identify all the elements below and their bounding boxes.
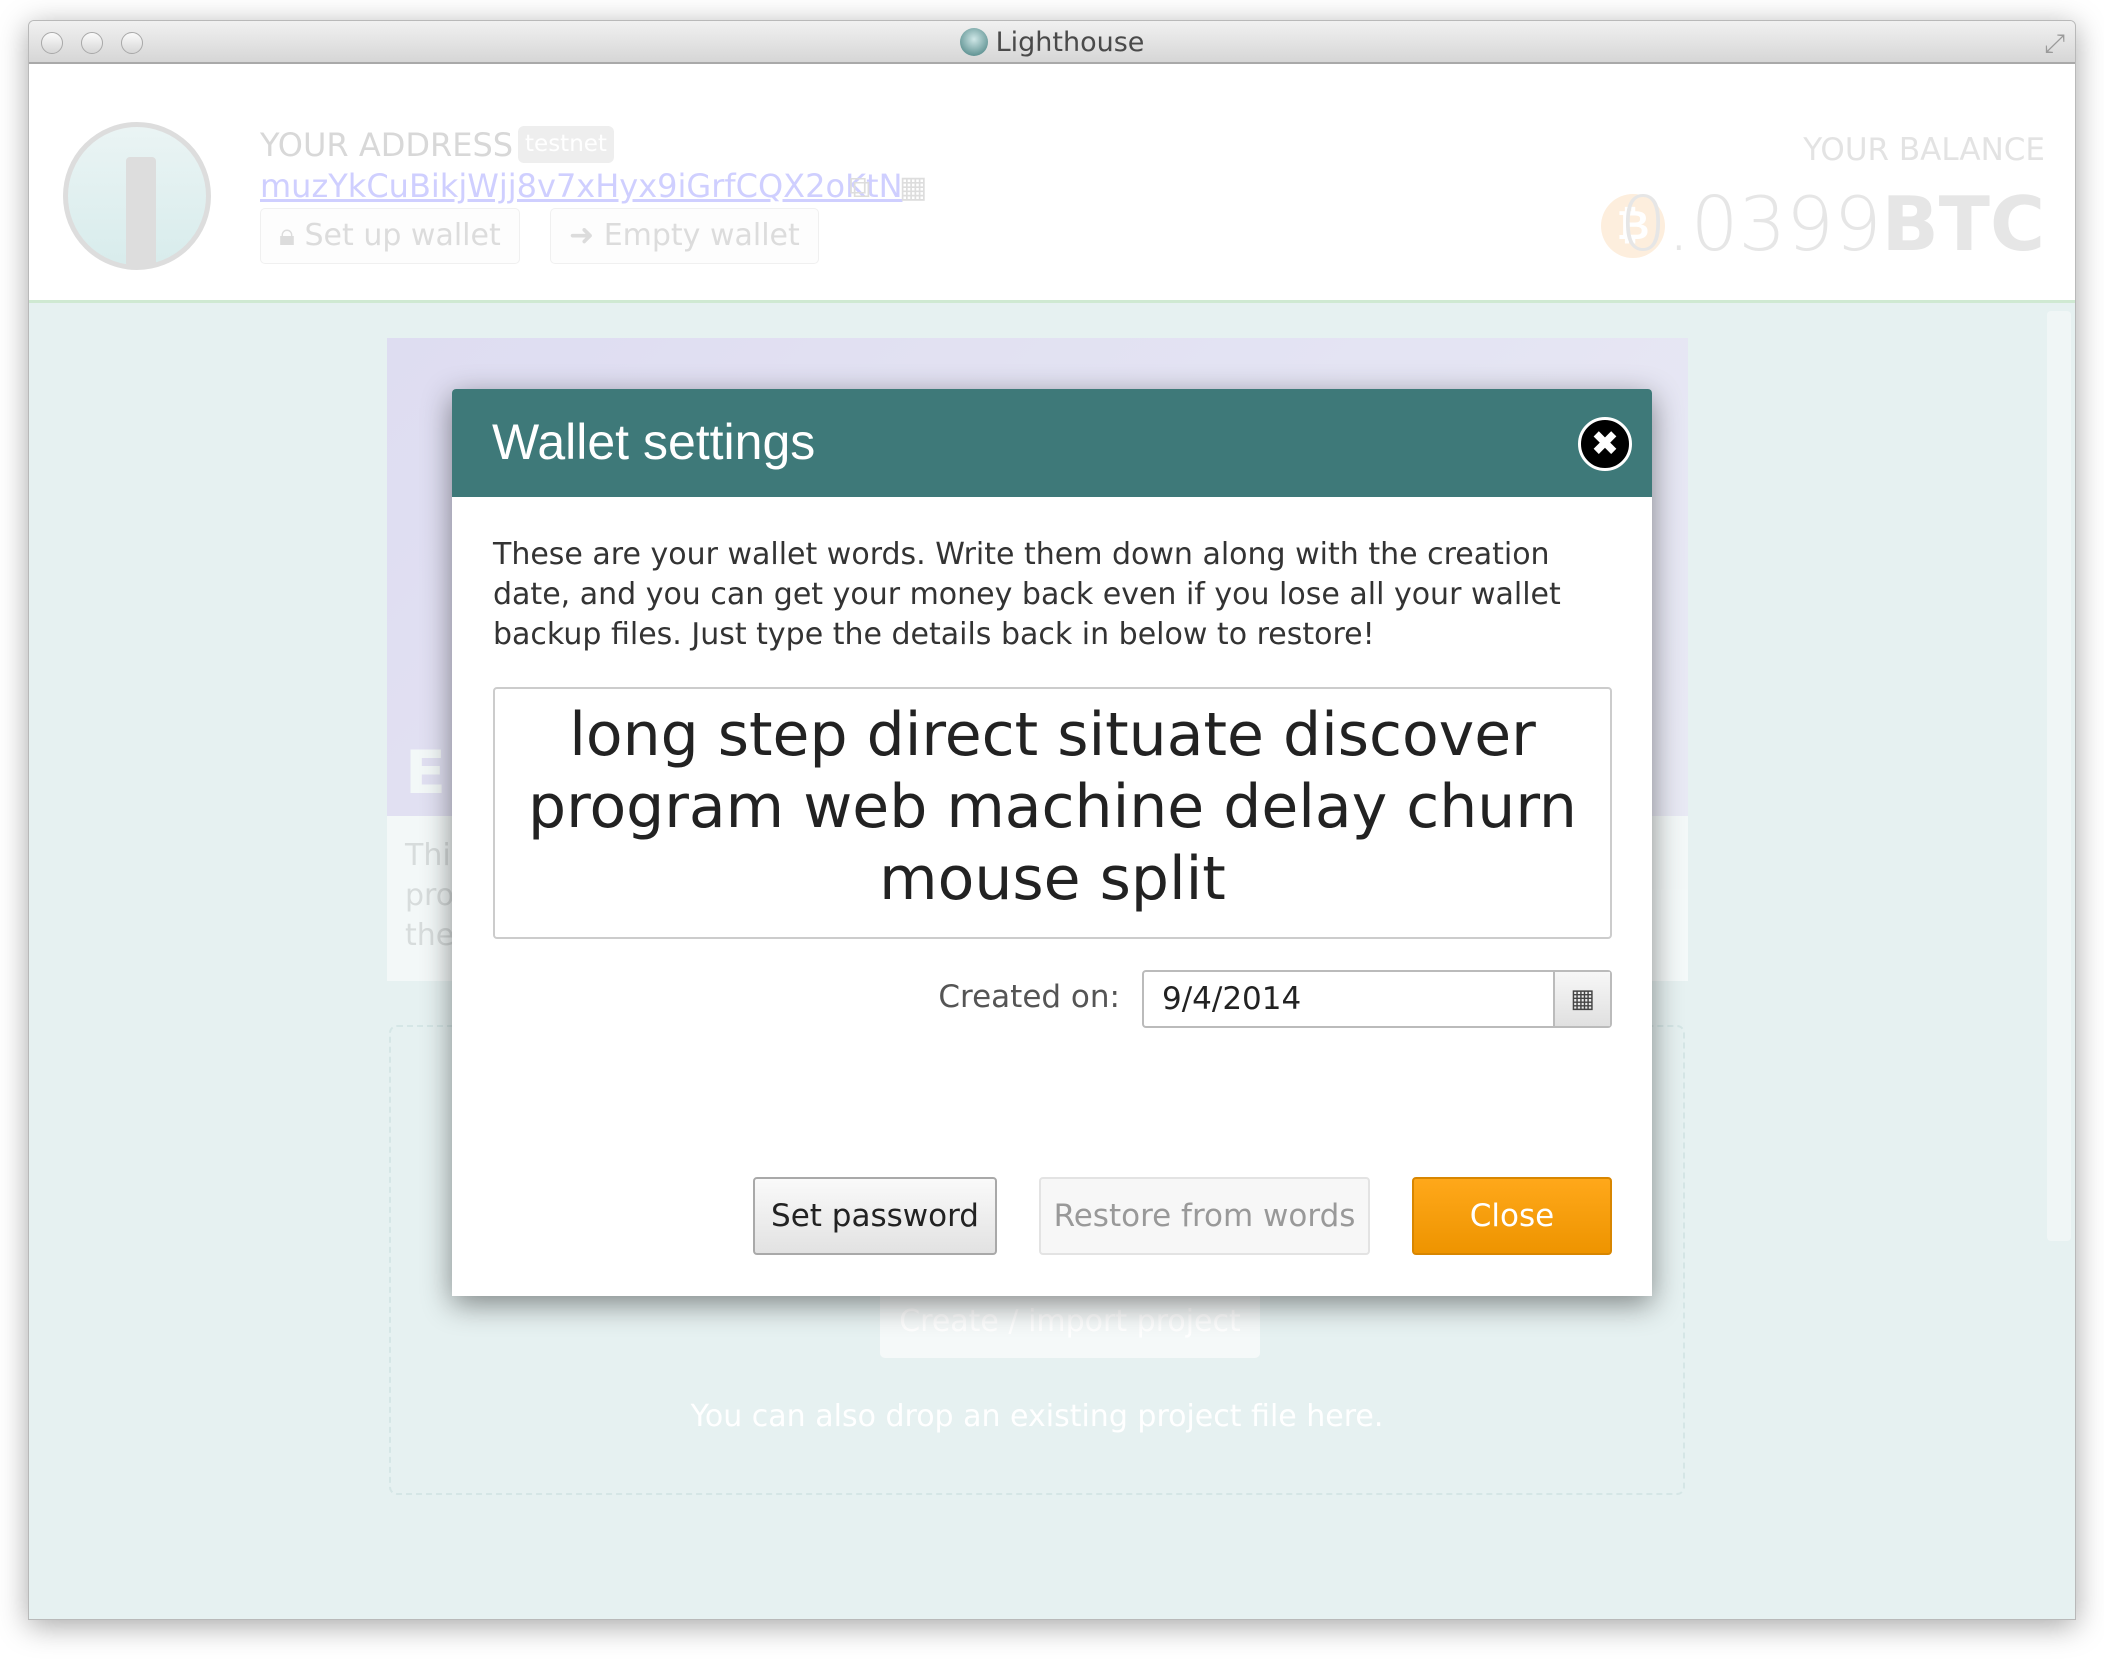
set-up-wallet-label: Set up wallet <box>304 218 501 253</box>
close-dialog-icon[interactable]: ✖ <box>1578 417 1632 471</box>
qr-code-icon[interactable]: ▦ <box>899 170 927 205</box>
drop-hint: You can also drop an existing project fi… <box>690 1399 1384 1434</box>
wallet-settings-dialog: Wallet settings ✖ These are your wallet … <box>452 389 1652 1296</box>
lock-icon: 🔒︎ <box>279 218 295 253</box>
fullscreen-icon[interactable]: ⤢ <box>2044 29 2065 60</box>
set-up-wallet-button[interactable]: 🔒︎ Set up wallet <box>260 208 520 264</box>
dialog-header: Wallet settings ✖ <box>452 389 1652 497</box>
calendar-icon[interactable]: ▦ <box>1553 972 1610 1026</box>
dialog-title: Wallet settings <box>492 414 816 470</box>
dialog-description: These are your wallet words. Write them … <box>493 537 1561 652</box>
lighthouse-logo <box>63 122 211 270</box>
set-password-button[interactable]: Set password <box>753 1177 997 1255</box>
created-on-label: Created on: <box>938 979 1120 1015</box>
card-text-line: Thi <box>405 838 451 873</box>
lighthouse-icon <box>959 28 988 56</box>
scrollbar[interactable] <box>2047 311 2071 1241</box>
title-bar: Lighthouse ⤢ <box>29 21 2075 64</box>
balance-unit: BTC <box>1881 180 2045 268</box>
card-text-line: pro <box>405 878 455 913</box>
window-title-text: Lighthouse <box>995 27 1145 58</box>
window-title: Lighthouse <box>29 27 2075 58</box>
card-title: E <box>405 738 446 808</box>
restore-from-words-button[interactable]: Restore from words <box>1039 1177 1370 1255</box>
wallet-address-link[interactable]: muzYkCuBikjWjj8v7xHyx9iGrfCQX2oKtN <box>260 167 903 205</box>
close-button[interactable]: Close <box>1412 1177 1612 1255</box>
balance-label: YOUR BALANCE <box>1803 132 2045 168</box>
address-label: YOUR ADDRESS <box>260 126 514 164</box>
copy-icon[interactable]: ⧉ <box>849 170 870 205</box>
balance-value: 0.0399BTC <box>1619 180 2045 268</box>
card-text-line: the <box>405 918 455 953</box>
network-badge: testnet <box>518 126 614 163</box>
wallet-words-textarea[interactable]: long step direct situate discover progra… <box>493 687 1612 939</box>
created-date-input[interactable] <box>1144 972 1553 1026</box>
empty-wallet-button[interactable]: ➜ Empty wallet <box>550 208 819 264</box>
sign-out-icon: ➜ <box>569 218 595 253</box>
wallet-header: YOUR ADDRESS testnet muzYkCuBikjWjj8v7xH… <box>29 64 2075 303</box>
empty-wallet-label: Empty wallet <box>603 218 800 253</box>
created-date-picker[interactable]: ▦ <box>1142 970 1612 1028</box>
balance-amount: 0.0399 <box>1619 180 1882 268</box>
